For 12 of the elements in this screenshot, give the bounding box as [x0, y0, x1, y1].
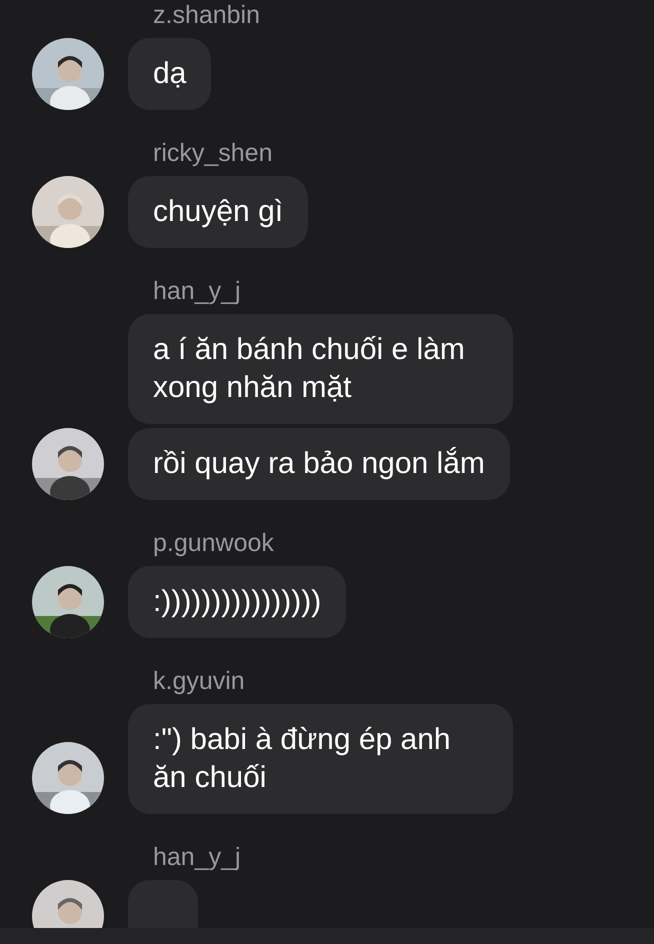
username: ricky_shen	[153, 138, 274, 168]
message-bubble: :") babi à đừng ép anh ăn chuối	[128, 704, 513, 814]
username: han_y_j	[153, 276, 242, 306]
username: p.gunwook	[153, 528, 275, 558]
message-bubble: chuyện gì	[128, 176, 308, 248]
username: han_y_j	[153, 842, 242, 872]
message-bubble: dạ	[128, 38, 212, 110]
username: k.gyuvin	[153, 666, 246, 696]
username: z.shanbin	[153, 0, 262, 30]
message-bubble: rồi quay ra bảo ngon lắm	[128, 428, 510, 500]
message-bubble: a í ăn bánh chuối e làm xong nhăn mặt	[128, 314, 513, 424]
message-bubble: :))))))))))))))))	[128, 566, 346, 638]
